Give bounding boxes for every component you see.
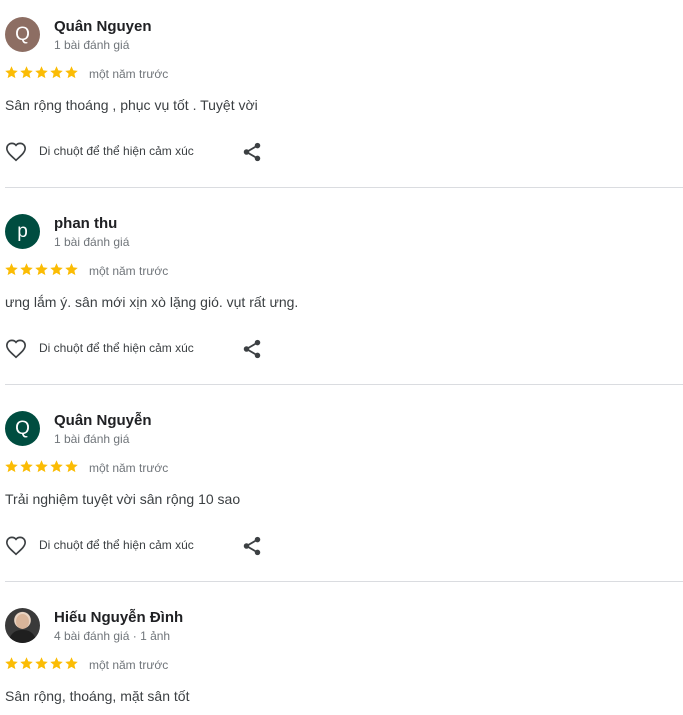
star-icon — [50, 460, 63, 473]
reviewer-meta: 1 bài đánh giá — [54, 235, 130, 249]
review-text: Sân rộng, thoáng, mặt sân tốt — [5, 688, 190, 704]
review-card: Q Quân Nguyễn 1 bài đánh giá một năm trư… — [0, 394, 683, 591]
heart-outline-icon[interactable] — [5, 338, 27, 360]
star-icon — [50, 657, 63, 670]
reviewer-name[interactable]: Quân Nguyễn — [54, 412, 152, 429]
review-time: một năm trước — [89, 67, 169, 81]
heart-outline-icon[interactable] — [5, 141, 27, 163]
reviewer-name[interactable]: Hiếu Nguyễn Đình — [54, 609, 183, 626]
reviewer-meta: 4 bài đánh giá · 1 ảnh — [54, 629, 171, 643]
share-icon[interactable] — [241, 338, 263, 360]
star-icon — [20, 460, 33, 473]
review-time: một năm trước — [89, 658, 169, 672]
avatar[interactable] — [5, 608, 40, 643]
review-text: Sân rộng thoáng , phục vụ tốt . Tuyệt vờ… — [5, 97, 258, 113]
avatar[interactable]: p — [5, 214, 40, 249]
star-icon — [35, 263, 48, 276]
star-icon — [5, 657, 18, 670]
star-icon — [5, 263, 18, 276]
star-icon — [35, 460, 48, 473]
heart-outline-icon[interactable] — [5, 535, 27, 557]
divider — [5, 581, 683, 582]
star-rating — [4, 459, 79, 475]
review-time: một năm trước — [89, 264, 169, 278]
star-icon — [5, 460, 18, 473]
star-icon — [5, 66, 18, 79]
reviewer-name[interactable]: Quân Nguyen — [54, 18, 152, 35]
star-icon — [65, 263, 78, 276]
star-icon — [35, 66, 48, 79]
review-text: Trải nghiệm tuyệt vời sân rộng 10 sao — [5, 491, 241, 507]
star-rating — [4, 656, 79, 672]
react-hint-label: Di chuột để thể hiện cảm xúc — [39, 341, 194, 355]
review-card: Hiếu Nguyễn Đình 4 bài đánh giá · 1 ảnh … — [0, 591, 683, 715]
avatar-photo-head — [16, 614, 29, 629]
reviewer-name[interactable]: phan thu — [54, 215, 117, 232]
avatar[interactable]: Q — [5, 17, 40, 52]
divider — [5, 187, 683, 188]
review-card: p phan thu 1 bài đánh giá một năm trước … — [0, 197, 683, 394]
star-icon — [50, 263, 63, 276]
reviewer-meta: 1 bài đánh giá — [54, 38, 130, 52]
share-icon[interactable] — [241, 535, 263, 557]
review-card: Q Quân Nguyen 1 bài đánh giá một năm trư… — [0, 0, 683, 197]
react-hint-label: Di chuột để thể hiện cảm xúc — [39, 144, 194, 158]
avatar-photo-body — [9, 630, 36, 643]
avatar[interactable]: Q — [5, 411, 40, 446]
share-icon[interactable] — [241, 141, 263, 163]
star-icon — [35, 657, 48, 670]
star-rating — [4, 262, 79, 278]
star-icon — [50, 66, 63, 79]
star-rating — [4, 65, 79, 81]
divider — [5, 384, 683, 385]
review-time: một năm trước — [89, 461, 169, 475]
star-icon — [65, 66, 78, 79]
reviewer-meta: 1 bài đánh giá — [54, 432, 130, 446]
review-text: ưng lắm ý. sân mới xịn xò lặng gió. vụt … — [5, 294, 299, 310]
star-icon — [20, 657, 33, 670]
star-icon — [20, 263, 33, 276]
star-icon — [20, 66, 33, 79]
star-icon — [65, 657, 78, 670]
star-icon — [65, 460, 78, 473]
react-hint-label: Di chuột để thể hiện cảm xúc — [39, 538, 194, 552]
